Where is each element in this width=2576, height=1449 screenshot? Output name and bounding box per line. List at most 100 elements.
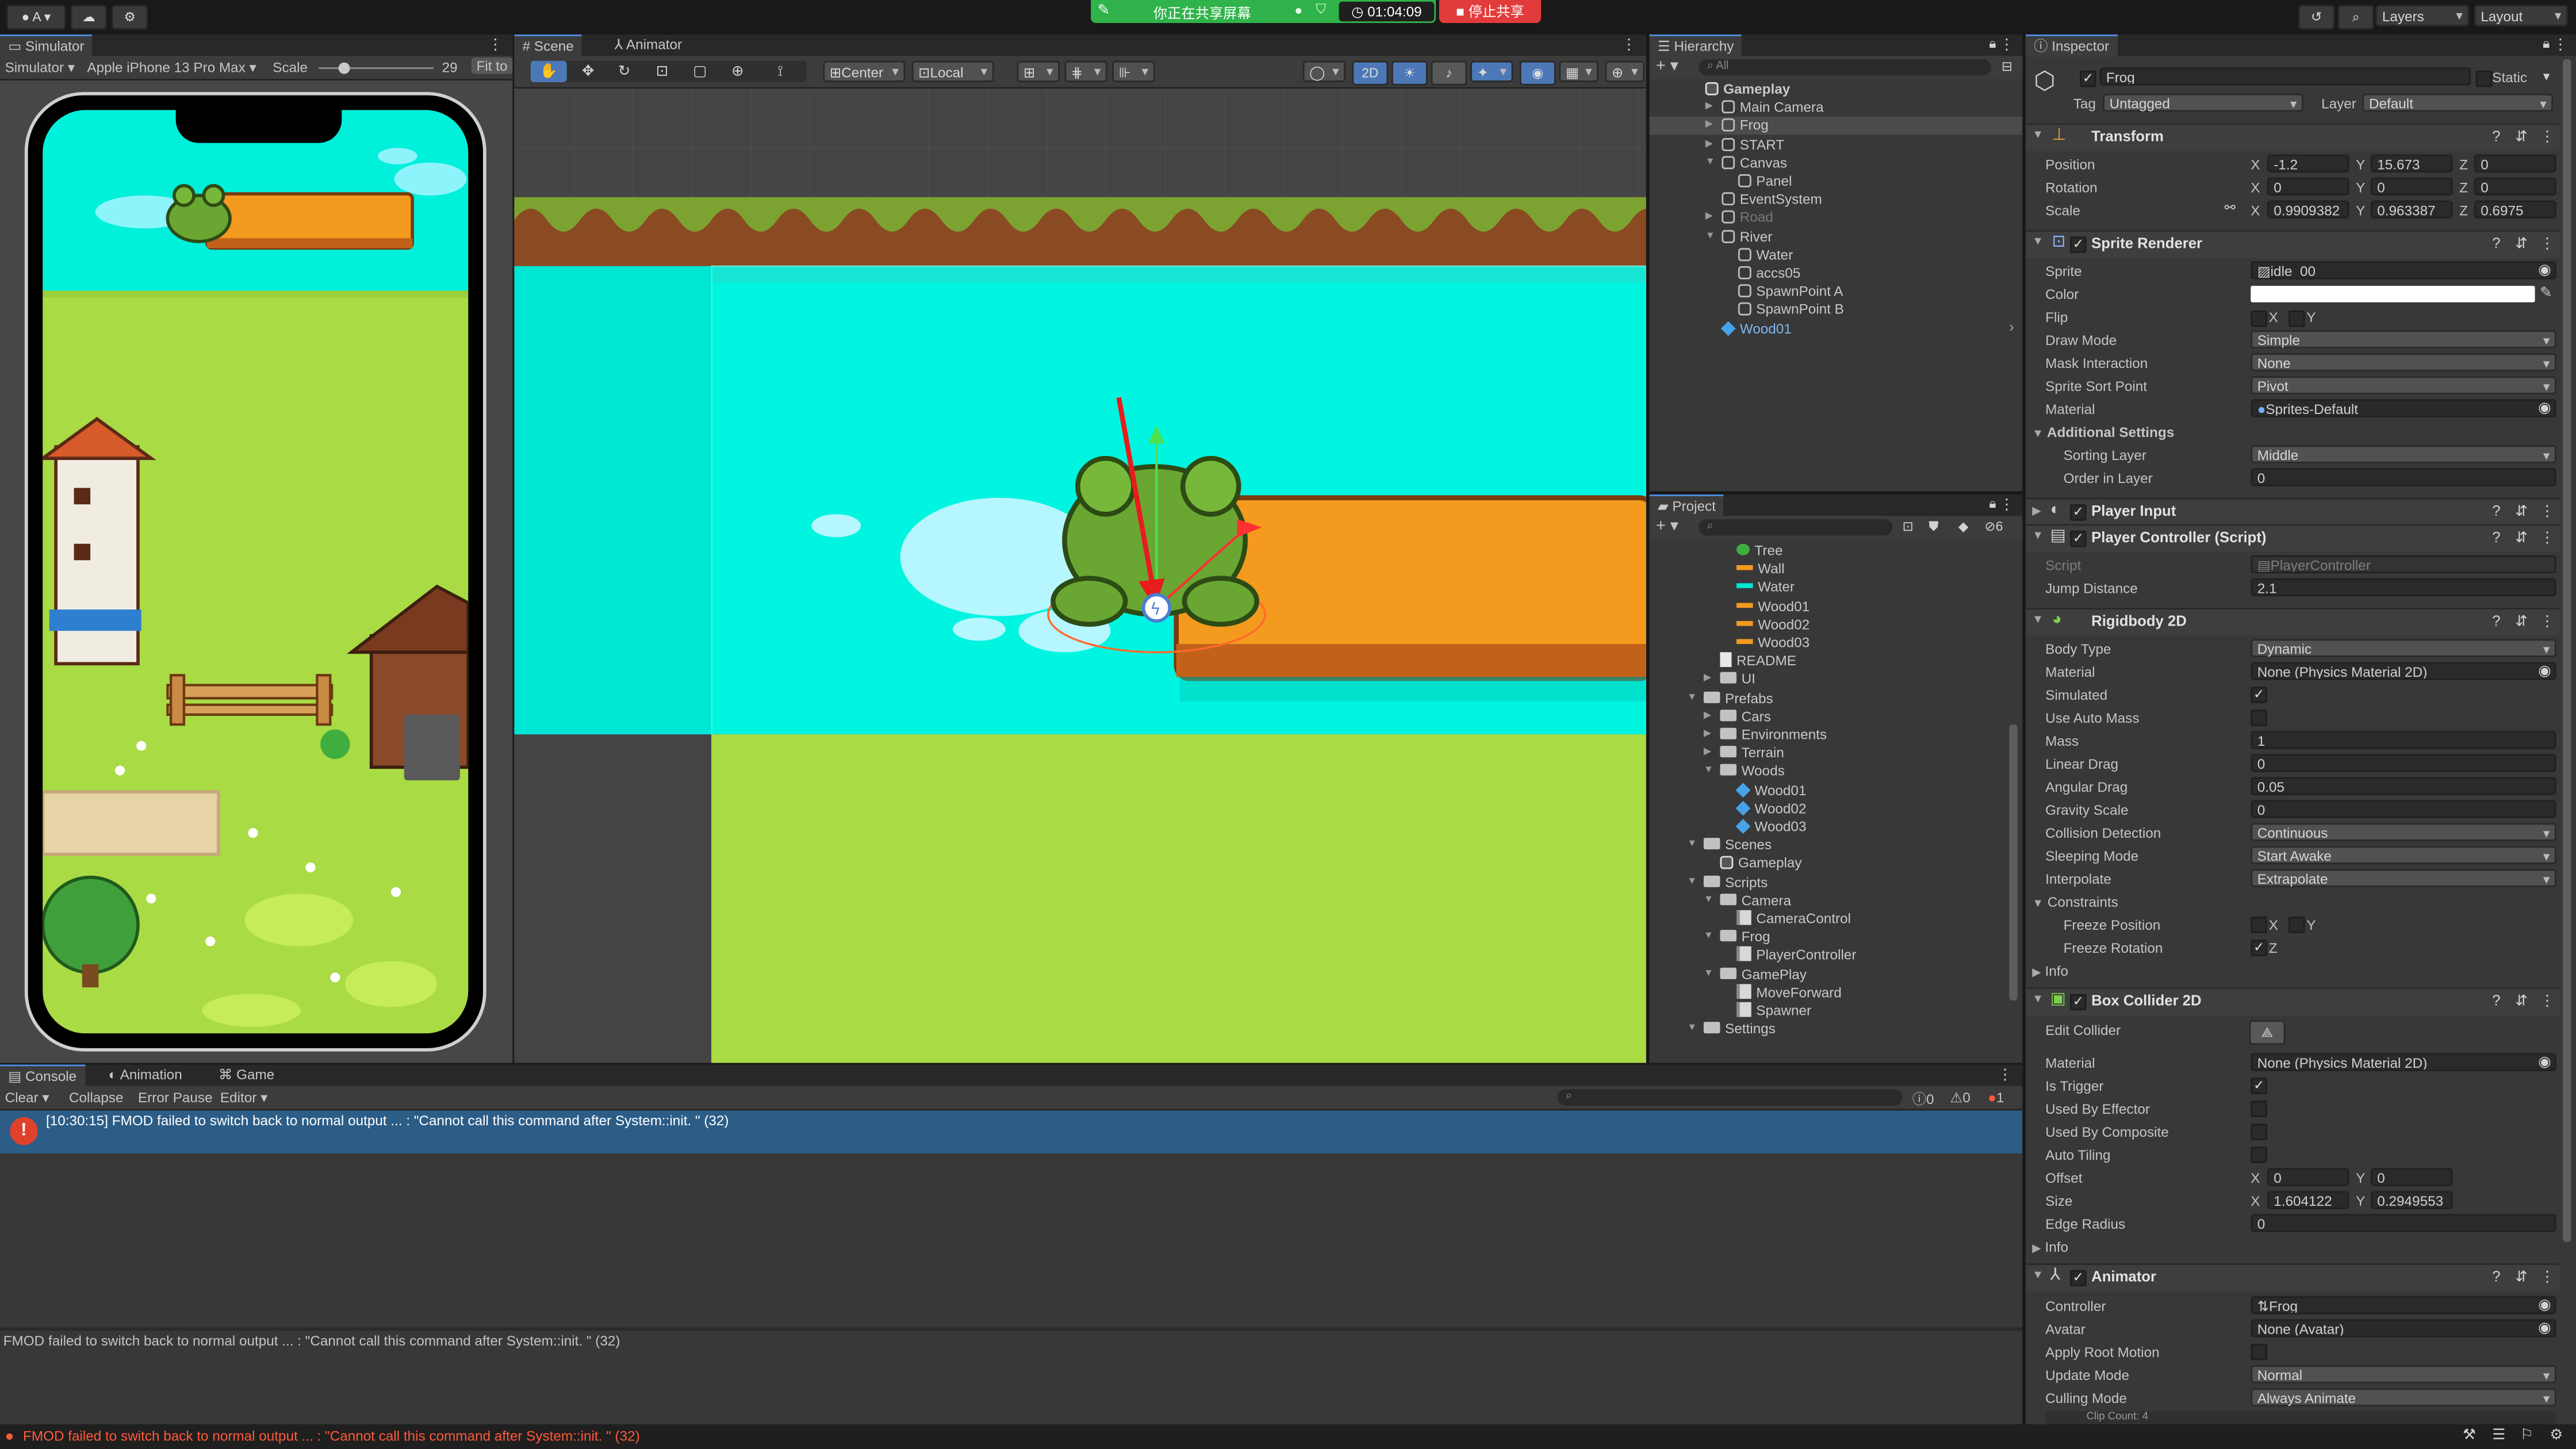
project-item[interactable]: ▼ Settings [1650,1021,2008,1038]
edit-collider-button[interactable]: ⟁ [2249,1020,2286,1045]
camera-dropdown[interactable]: ▦ [1559,60,1598,82]
search-button[interactable]: ⌕ [2337,5,2374,30]
transform-header[interactable]: ▼ ⊥ Transform ? ⇵ ⋮ [2025,123,2560,151]
tag-dropdown[interactable]: Untagged [2103,93,2303,113]
tab-scene[interactable]: # Scene [514,34,582,57]
position-z-field[interactable]: 0 [2474,154,2556,172]
more-icon[interactable]: ⋮ [2540,128,2555,146]
project-item[interactable]: ▼ Camera [1650,892,2008,910]
edge-radius-field[interactable]: 0 [2251,1214,2556,1232]
draw-mode-dropdown[interactable]: ◯ [1302,60,1346,82]
rotation-x-field[interactable]: 0 [2267,177,2349,195]
collapse-arrow-icon[interactable]: ▶ [1704,708,1711,726]
help-icon[interactable]: ? [2492,128,2500,145]
more-icon[interactable]: ⋮ [2540,992,2555,1010]
rect-tool-icon[interactable]: ▢ [684,61,716,82]
expand-arrow-icon[interactable]: ▼ [1687,689,1697,707]
gravity-scale-field[interactable]: 0 [2251,800,2556,818]
hand-tool-icon[interactable]: ✋ [530,60,567,82]
mask-interaction-dropdown[interactable]: None [2251,353,2556,373]
hierarchy-item[interactable]: SpawnPoint B [1650,301,2023,319]
is-trigger-checkbox[interactable]: ✓ [2251,1078,2267,1094]
project-item[interactable]: ▼ Woods [1650,763,2008,781]
add-object-button[interactable]: + ▾ [1656,57,1678,75]
stop-sharing-button[interactable]: ■ 停止共享 [1439,0,1541,23]
rb-material-field[interactable]: None (Physics Material 2D) [2251,662,2556,680]
tag-icon[interactable]: ◆ [1958,519,1969,534]
project-item[interactable]: ▶ Terrain [1650,745,2008,762]
tab-simulator[interactable]: ▭ Simulator [0,34,93,57]
project-item[interactable]: Wood02 [1650,616,2008,634]
project-item[interactable]: ▼ Prefabs [1650,689,2008,707]
collapse-arrow-icon[interactable]: ▶ [1705,99,1713,117]
more-icon[interactable]: ⋮ [2540,1268,2555,1286]
size-y-field[interactable]: 0.2949553 [2370,1191,2453,1209]
rotate-tool-icon[interactable]: ↻ [608,61,641,82]
collapse-arrow-icon[interactable]: ▶ [1705,209,1713,227]
more-icon[interactable]: ⋮ [2540,235,2555,253]
project-item[interactable]: Wood01 [1650,781,2008,799]
error-filter-toggle[interactable]: ●1 [1988,1089,2004,1106]
draw-mode-dropdown[interactable]: Simple [2251,330,2556,350]
rb-info-foldout[interactable]: ▶ Info [2032,963,2068,979]
increment-snap-dropdown[interactable]: ⊪ [1112,60,1155,82]
pivot-local-dropdown[interactable]: ⊡Local [911,60,994,82]
auto-tiling-checkbox[interactable] [2251,1147,2267,1163]
project-item[interactable]: ▶ Environments [1650,726,2008,744]
preset-icon[interactable]: ⇵ [2515,128,2528,146]
player-input-enabled-checkbox[interactable]: ✓ [2070,504,2087,521]
expand-arrow-icon[interactable]: ▼ [1705,154,1715,172]
object-picker-icon[interactable]: ◉ [2538,1319,2551,1337]
more-icon[interactable]: ⋮ [2553,36,2568,54]
expand-arrow-icon[interactable]: ▼ [1704,763,1713,781]
more-icon[interactable]: ⋮ [1998,1066,2012,1084]
hierarchy-search-input[interactable]: ⌕ All [1699,59,1991,76]
tab-console[interactable]: ▤ Console [0,1064,85,1088]
account-button[interactable]: ● A ▾ [6,5,66,30]
rotation-z-field[interactable]: 0 [2474,177,2556,195]
animator-header[interactable]: ▼ ⅄ ✓ Animator ? ⇵ ⋮ [2025,1263,2560,1291]
player-controller-enabled-checkbox[interactable]: ✓ [2070,530,2087,547]
console-divider[interactable] [0,1327,2023,1331]
rigidbody-header[interactable]: ▼ ◕ Rigidbody 2D ? ⇵ ⋮ [2025,608,2560,636]
transform-tool-icon[interactable]: ⊕ [721,61,754,82]
position-y-field[interactable]: 15.673 [2370,154,2453,172]
offset-x-field[interactable]: 0 [2267,1168,2349,1186]
cloud-button[interactable]: ☁ [70,5,107,30]
audio-button[interactable]: ♪ [1431,60,1467,86]
more-icon[interactable]: ⋮ [1999,496,2014,514]
notifications-icon[interactable]: ⚐ [2520,1426,2533,1444]
offset-y-field[interactable]: 0 [2370,1168,2453,1186]
more-icon[interactable]: ⋮ [2540,503,2555,520]
project-item[interactable]: ▶ UI [1650,671,2008,689]
expand-icon[interactable]: ⊟ [2002,59,2012,74]
console-entry-selected[interactable]: ! [10:30:15] FMOD failed to switch back … [0,1110,2023,1153]
avatar-field[interactable]: None (Avatar) [2251,1319,2556,1337]
box-collider-enabled-checkbox[interactable]: ✓ [2070,994,2087,1011]
hierarchy-item[interactable]: accs05 [1650,264,2023,282]
tab-hierarchy[interactable]: ☰ Hierarchy [1649,34,1742,57]
collapse-button[interactable]: Collapse [69,1089,124,1106]
preset-icon[interactable]: ⇵ [2515,613,2528,631]
inspector-scrollbar[interactable] [2563,59,2571,1242]
bc-material-field[interactable]: None (Physics Material 2D) [2251,1053,2556,1071]
log-filter-toggle[interactable]: ⓘ0 [1912,1089,1934,1109]
hierarchy-item[interactable]: ▼ Canvas [1650,154,2023,172]
simulated-checkbox[interactable]: ✓ [2251,687,2267,703]
debug-icon[interactable]: ⚙ [2550,1426,2563,1444]
layers-dropdown[interactable]: Layers [2375,5,2470,26]
sorting-layer-dropdown[interactable]: Middle [2251,445,2556,465]
object-picker-icon[interactable]: ◉ [2538,399,2551,417]
collab-button[interactable]: ⚙ [112,5,148,30]
hierarchy-item[interactable]: Gameplay [1650,80,2023,98]
sprite-field[interactable]: ▨idle_00 [2251,261,2556,279]
expand-arrow-icon[interactable]: ▼ [1705,228,1715,246]
status-message[interactable]: FMOD failed to switch back to normal out… [23,1428,640,1444]
hierarchy-item[interactable]: EventSystem [1650,191,2023,209]
order-in-layer-field[interactable]: 0 [2251,468,2556,486]
collapse-arrow-icon[interactable]: ▶ [1704,671,1711,689]
help-icon[interactable]: ? [2492,235,2500,252]
fit-to-button[interactable]: Fit to [471,57,513,74]
preset-icon[interactable]: ⇵ [2515,529,2528,547]
expand-arrow-icon[interactable]: ▼ [1687,873,1697,891]
